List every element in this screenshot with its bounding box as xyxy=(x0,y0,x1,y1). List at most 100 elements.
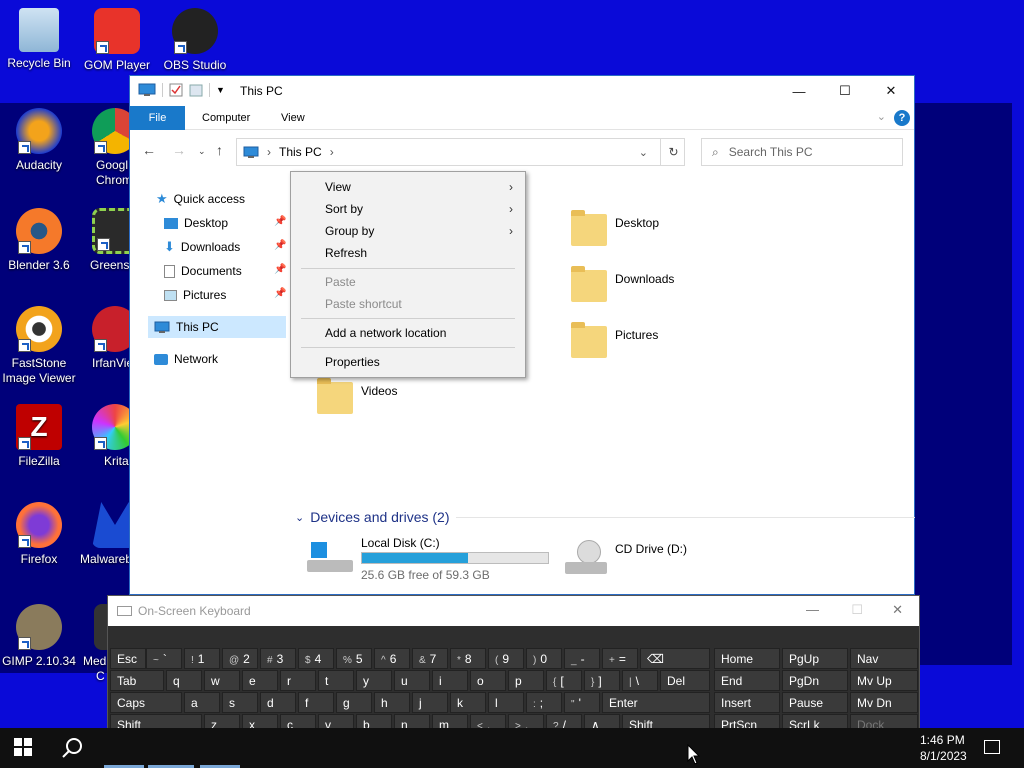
menu-item-group-by[interactable]: Group by › xyxy=(291,220,525,242)
folder-pictures[interactable]: Pictures xyxy=(615,328,658,342)
key-[interactable]: ⌫ xyxy=(640,648,710,669)
folder-desktop[interactable]: Desktop xyxy=(615,216,659,230)
address-dropdown-icon[interactable]: ⌄ xyxy=(639,146,648,159)
key-[interactable]: " ' xyxy=(564,692,600,713)
key-insert[interactable]: Insert xyxy=(714,692,780,713)
key-g[interactable]: g xyxy=(336,692,372,713)
key-5[interactable]: % 5 xyxy=(336,648,372,669)
forward-icon[interactable]: → xyxy=(172,142,186,158)
key-8[interactable]: * 8 xyxy=(450,648,486,669)
refresh-icon[interactable]: ↻ xyxy=(660,138,686,166)
menu-item-view[interactable]: View › xyxy=(291,176,525,198)
pin-icon[interactable]: 📌 xyxy=(274,240,286,251)
help-icon[interactable]: ? xyxy=(894,110,910,126)
desktop-icon-faststone[interactable]: FastStone Image Viewer xyxy=(2,306,76,386)
breadcrumb[interactable]: This PC xyxy=(279,145,322,159)
key-[interactable]: ~ ` xyxy=(146,648,182,669)
key-d[interactable]: d xyxy=(260,692,296,713)
key-mv-up[interactable]: Mv Up xyxy=(850,670,918,691)
desktop-icon-audacity[interactable]: Audacity xyxy=(2,108,76,173)
key-1[interactable]: ! 1 xyxy=(184,648,220,669)
nav-network[interactable]: Network xyxy=(154,348,218,370)
desktop-icon-firefox[interactable]: Firefox xyxy=(2,502,76,567)
key-caps[interactable]: Caps xyxy=(110,692,182,713)
address-bar[interactable]: › This PC › ⌄ xyxy=(236,138,685,166)
clock[interactable]: 1:46 PM 8/1/2023 xyxy=(920,732,967,764)
key-o[interactable]: o xyxy=(470,670,506,691)
desktop-icon-filezilla[interactable]: Z FileZilla xyxy=(2,404,76,469)
key-w[interactable]: w xyxy=(204,670,240,691)
nav-pictures[interactable]: Pictures xyxy=(164,284,226,306)
search-input[interactable]: ⌕ Search This PC xyxy=(701,138,903,166)
up-icon[interactable]: ↑ xyxy=(216,142,223,158)
key-[interactable]: | \ xyxy=(622,670,658,691)
menu-item-add-network-location[interactable]: Add a network location xyxy=(291,322,525,344)
menu-item-paste-shortcut[interactable]: Paste shortcut xyxy=(291,293,525,315)
desktop-folder-icon[interactable] xyxy=(571,210,607,246)
nav-quick-access[interactable]: ★ Quick access xyxy=(156,188,245,210)
nav-documents[interactable]: Documents xyxy=(164,260,242,282)
desktop-icon-blender[interactable]: Blender 3.6 xyxy=(2,208,76,273)
menu-item-properties[interactable]: Properties xyxy=(291,351,525,373)
search-icon[interactable] xyxy=(60,736,84,760)
key-pgup[interactable]: PgUp xyxy=(782,648,848,669)
desktop-icon-obs-studio[interactable]: OBS Studio xyxy=(158,8,232,73)
key-h[interactable]: h xyxy=(374,692,410,713)
key-tab[interactable]: Tab xyxy=(110,670,164,691)
key-q[interactable]: q xyxy=(166,670,202,691)
desktop-icon-google-chrome[interactable]: Googl Chrom xyxy=(80,108,130,188)
key-r[interactable]: r xyxy=(280,670,316,691)
desktop-icon-malwarebytes[interactable]: Malwareb xyxy=(80,502,130,567)
key-e[interactable]: e xyxy=(242,670,278,691)
key-s[interactable]: s xyxy=(222,692,258,713)
key-4[interactable]: $4 xyxy=(298,648,334,669)
osk-maximize-button[interactable]: ☐ xyxy=(851,602,863,618)
videos-folder-icon[interactable] xyxy=(317,378,353,414)
windows-start-icon[interactable] xyxy=(14,738,32,756)
key-home[interactable]: Home xyxy=(714,648,780,669)
properties-icon[interactable] xyxy=(169,83,183,97)
pictures-folder-icon[interactable] xyxy=(571,322,607,358)
nav-this-pc[interactable]: This PC xyxy=(148,316,286,338)
desktop-icon-media[interactable]: Med C xyxy=(80,604,108,684)
desktop-icon-krita[interactable]: Krita xyxy=(80,404,130,469)
key-pgdn[interactable]: PgDn xyxy=(782,670,848,691)
key-del[interactable]: Del xyxy=(660,670,710,691)
key-pause[interactable]: Pause xyxy=(782,692,848,713)
osk-minimize-button[interactable]: — xyxy=(806,602,819,617)
pin-icon[interactable]: 📌 xyxy=(274,264,286,275)
downloads-folder-icon[interactable] xyxy=(571,266,607,302)
key-a[interactable]: a xyxy=(184,692,220,713)
back-icon[interactable]: ← xyxy=(142,142,156,158)
key-enter[interactable]: Enter xyxy=(602,692,710,713)
desktop-icon-gom-player[interactable]: GOM Player xyxy=(80,8,154,73)
key-mv-dn[interactable]: Mv Dn xyxy=(850,692,918,713)
menu-item-refresh[interactable]: Refresh xyxy=(291,242,525,264)
tab-computer[interactable]: Computer xyxy=(190,106,262,130)
key-[interactable]: _ - xyxy=(564,648,600,669)
osk-close-button[interactable]: ✕ xyxy=(892,602,903,618)
tab-view[interactable]: View xyxy=(269,106,317,130)
key-f[interactable]: f xyxy=(298,692,334,713)
key-i[interactable]: i xyxy=(432,670,468,691)
key-esc[interactable]: Esc xyxy=(110,648,146,669)
expand-ribbon-icon[interactable]: ⌄ xyxy=(877,110,886,123)
close-button[interactable]: ✕ xyxy=(868,76,914,106)
nav-downloads[interactable]: ⬇ Downloads xyxy=(164,236,240,258)
pin-icon[interactable]: 📌 xyxy=(274,288,286,299)
folder-videos[interactable]: Videos xyxy=(361,384,397,398)
key-j[interactable]: j xyxy=(412,692,448,713)
desktop-icon-irfanview[interactable]: IrfanVie xyxy=(80,306,130,371)
key-6[interactable]: ^ 6 xyxy=(374,648,410,669)
key-p[interactable]: p xyxy=(508,670,544,691)
key-k[interactable]: k xyxy=(450,692,486,713)
key-l[interactable]: l xyxy=(488,692,524,713)
drive-cd[interactable]: CD Drive (D:) xyxy=(565,536,725,582)
recent-locations-icon[interactable]: ⌄ xyxy=(198,146,206,157)
nav-desktop[interactable]: Desktop xyxy=(164,212,228,234)
desktop-icon-gimp[interactable]: GIMP 2.10.34 xyxy=(2,604,76,669)
key-0[interactable]: ) 0 xyxy=(526,648,562,669)
key-nav[interactable]: Nav xyxy=(850,648,918,669)
customize-toolbar-icon[interactable]: ▼ xyxy=(216,85,225,95)
folder-downloads[interactable]: Downloads xyxy=(615,272,674,286)
